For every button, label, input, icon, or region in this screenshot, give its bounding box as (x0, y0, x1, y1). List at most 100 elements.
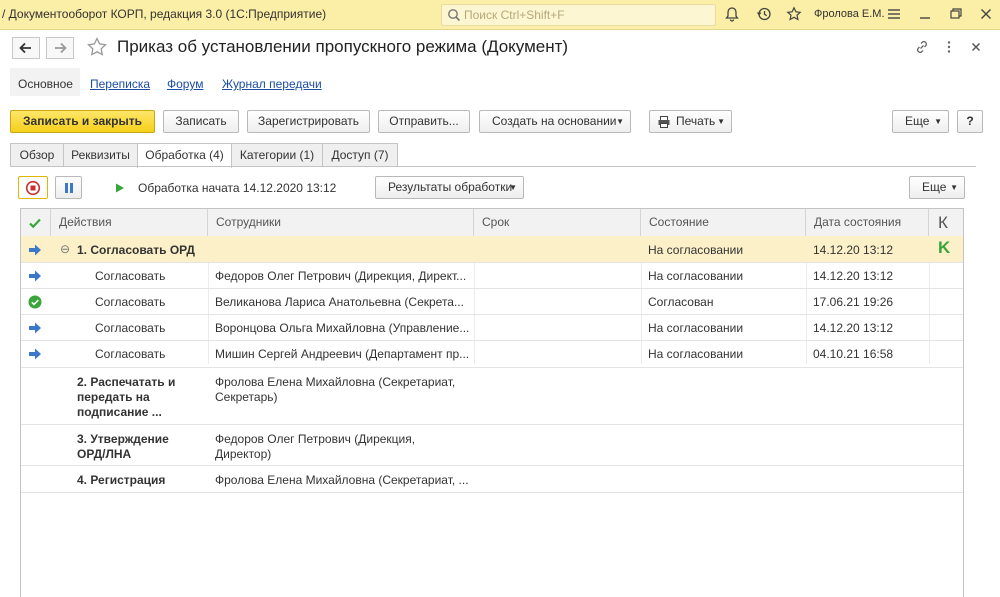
page-title: Приказ об установлении пропускного режим… (117, 37, 569, 56)
header-state[interactable]: Состояние (641, 209, 806, 236)
header-control[interactable]: К (929, 209, 963, 236)
forward-button[interactable] (46, 37, 74, 59)
header-status-col[interactable] (21, 209, 51, 236)
dropdown-arrow-icon: ▼ (717, 117, 725, 126)
save-button[interactable]: Записать (163, 110, 239, 133)
table-row[interactable]: Согласовать Воронцова Ольга Михайловна (… (21, 315, 963, 341)
dropdown-arrow-icon: ▼ (509, 183, 517, 192)
stop-icon (25, 180, 41, 196)
control-mark: K (938, 238, 951, 257)
favorites-star-icon[interactable] (786, 6, 802, 22)
action-cell: Согласовать (95, 347, 166, 361)
printer-icon (658, 116, 670, 128)
table-row[interactable]: Согласовать Мишин Сергей Андреевич (Депа… (21, 341, 963, 368)
date-cell: 14.12.20 13:12 (813, 243, 894, 257)
create-based-label: Создать на основании (492, 114, 617, 128)
close-window-icon[interactable] (978, 6, 994, 22)
tab-divider (10, 166, 976, 167)
employee-cell: Федоров Олег Петрович (Дирекция, Директо… (215, 432, 416, 461)
table-row[interactable]: 2. Распечатать и передать на подписание … (21, 368, 963, 425)
minimize-icon[interactable] (917, 6, 933, 22)
action-cell: 2. Распечатать и передать на подписание … (77, 375, 176, 419)
create-based-button[interactable]: Создать на основании ▼ (479, 110, 631, 133)
date-cell: 04.10.21 16:58 (813, 347, 894, 361)
employee-cell: Федоров Олег Петрович (Дирекция, Директ.… (215, 269, 467, 283)
pause-button[interactable] (55, 176, 82, 199)
state-cell: Согласован (648, 295, 714, 309)
more-vertical-icon[interactable] (941, 39, 957, 55)
state-cell: На согласовании (648, 243, 744, 257)
dropdown-arrow-icon: ▼ (934, 117, 942, 126)
link-correspondence[interactable]: Переписка (90, 77, 150, 91)
state-cell: На согласовании (648, 269, 744, 283)
action-cell: Согласовать (95, 295, 166, 309)
send-button[interactable]: Отправить... (378, 110, 470, 133)
print-button[interactable]: Печать ▼ (649, 110, 732, 133)
action-cell: 1. Согласовать ОРД (77, 243, 195, 257)
search-box[interactable]: Поиск Ctrl+Shift+F (441, 4, 716, 26)
employee-cell: Фролова Елена Михайловна (Секретариат, .… (215, 473, 469, 487)
dropdown-arrow-icon: ▼ (950, 183, 958, 192)
save-close-button[interactable]: Записать и закрыть (10, 110, 155, 133)
link-main[interactable]: Основное (18, 77, 73, 91)
table-row[interactable]: ⊖ 1. Согласовать ОРД На согласовании 14.… (21, 236, 963, 263)
more-label: Еще (905, 114, 930, 128)
results-label: Результаты обработки (388, 180, 513, 194)
help-button[interactable]: ? (957, 110, 983, 133)
tab-access[interactable]: Доступ (7) (322, 143, 398, 167)
arrow-icon (29, 270, 41, 282)
action-cell: 4. Регистрация (77, 473, 166, 487)
arrow-icon (29, 244, 41, 256)
employee-cell: Мишин Сергей Андреевич (Департамент пр..… (215, 347, 470, 361)
header-actions[interactable]: Действия (51, 209, 208, 236)
arrow-icon (29, 348, 41, 360)
table-row[interactable]: Согласовать Федоров Олег Петрович (Дирек… (21, 263, 963, 289)
favorite-star-icon[interactable] (86, 36, 108, 58)
arrow-left-icon (19, 42, 31, 54)
date-cell: 14.12.20 13:12 (813, 269, 894, 283)
user-name[interactable]: Фролова Е.М. (814, 8, 885, 20)
restore-icon[interactable] (948, 6, 964, 22)
action-cell: 3. Утверждение ОРД/ЛНА (77, 432, 169, 461)
dropdown-arrow-icon: ▼ (616, 117, 624, 126)
register-button[interactable]: Зарегистрировать (247, 110, 370, 133)
results-button[interactable]: Результаты обработки ▼ (375, 176, 524, 199)
table-row[interactable]: 3. Утверждение ОРД/ЛНА Федоров Олег Петр… (21, 425, 963, 466)
employee-cell: Фролова Елена Михайловна (Секретариат, С… (215, 375, 456, 404)
menu-icon[interactable] (886, 6, 902, 22)
action-cell: Согласовать (95, 269, 166, 283)
tab-categories[interactable]: Категории (1) (231, 143, 323, 167)
tab-overview[interactable]: Обзор (10, 143, 64, 167)
table-row[interactable]: Согласовать Великанова Лариса Анатольевн… (21, 289, 963, 315)
employee-cell: Воронцова Ольга Михайловна (Управление..… (215, 321, 470, 335)
grid-more-button[interactable]: Еще ▼ (909, 176, 965, 199)
table-row[interactable]: 4. Регистрация Фролова Елена Михайловна … (21, 466, 963, 493)
checkmark-icon (29, 218, 41, 229)
back-button[interactable] (12, 37, 40, 59)
grid-more-label: Еще (922, 180, 947, 194)
pause-icon (65, 183, 73, 193)
link-transfer-log[interactable]: Журнал передачи (222, 77, 322, 91)
process-status: Обработка начата 14.12.2020 13:12 (138, 181, 337, 195)
search-input[interactable]: Поиск Ctrl+Shift+F (464, 8, 565, 22)
history-icon[interactable] (756, 6, 772, 22)
header-deadline[interactable]: Срок (474, 209, 641, 236)
date-cell: 17.06.21 19:26 (813, 295, 894, 309)
link-forum[interactable]: Форум (167, 77, 203, 91)
stop-button[interactable] (18, 176, 48, 199)
table-header: Действия Сотрудники Срок Состояние Дата … (21, 209, 963, 237)
bell-icon[interactable] (724, 6, 740, 22)
collapse-toggle-icon[interactable]: ⊖ (60, 242, 70, 256)
check-circle-icon (28, 295, 42, 309)
processing-table: Действия Сотрудники Срок Состояние Дата … (20, 208, 964, 597)
close-icon[interactable] (968, 39, 984, 55)
action-cell: Согласовать (95, 321, 166, 335)
tab-processing[interactable]: Обработка (4) (137, 143, 232, 168)
title-bar: / Документооборот КОРП, редакция 3.0 (1С… (0, 0, 1000, 30)
app-title: / Документооборот КОРП, редакция 3.0 (1С… (2, 7, 327, 21)
more-button[interactable]: Еще ▼ (892, 110, 949, 133)
header-employees[interactable]: Сотрудники (208, 209, 474, 236)
header-state-date[interactable]: Дата состояния (806, 209, 929, 236)
tab-details[interactable]: Реквизиты (63, 143, 138, 167)
link-icon[interactable] (914, 39, 930, 55)
